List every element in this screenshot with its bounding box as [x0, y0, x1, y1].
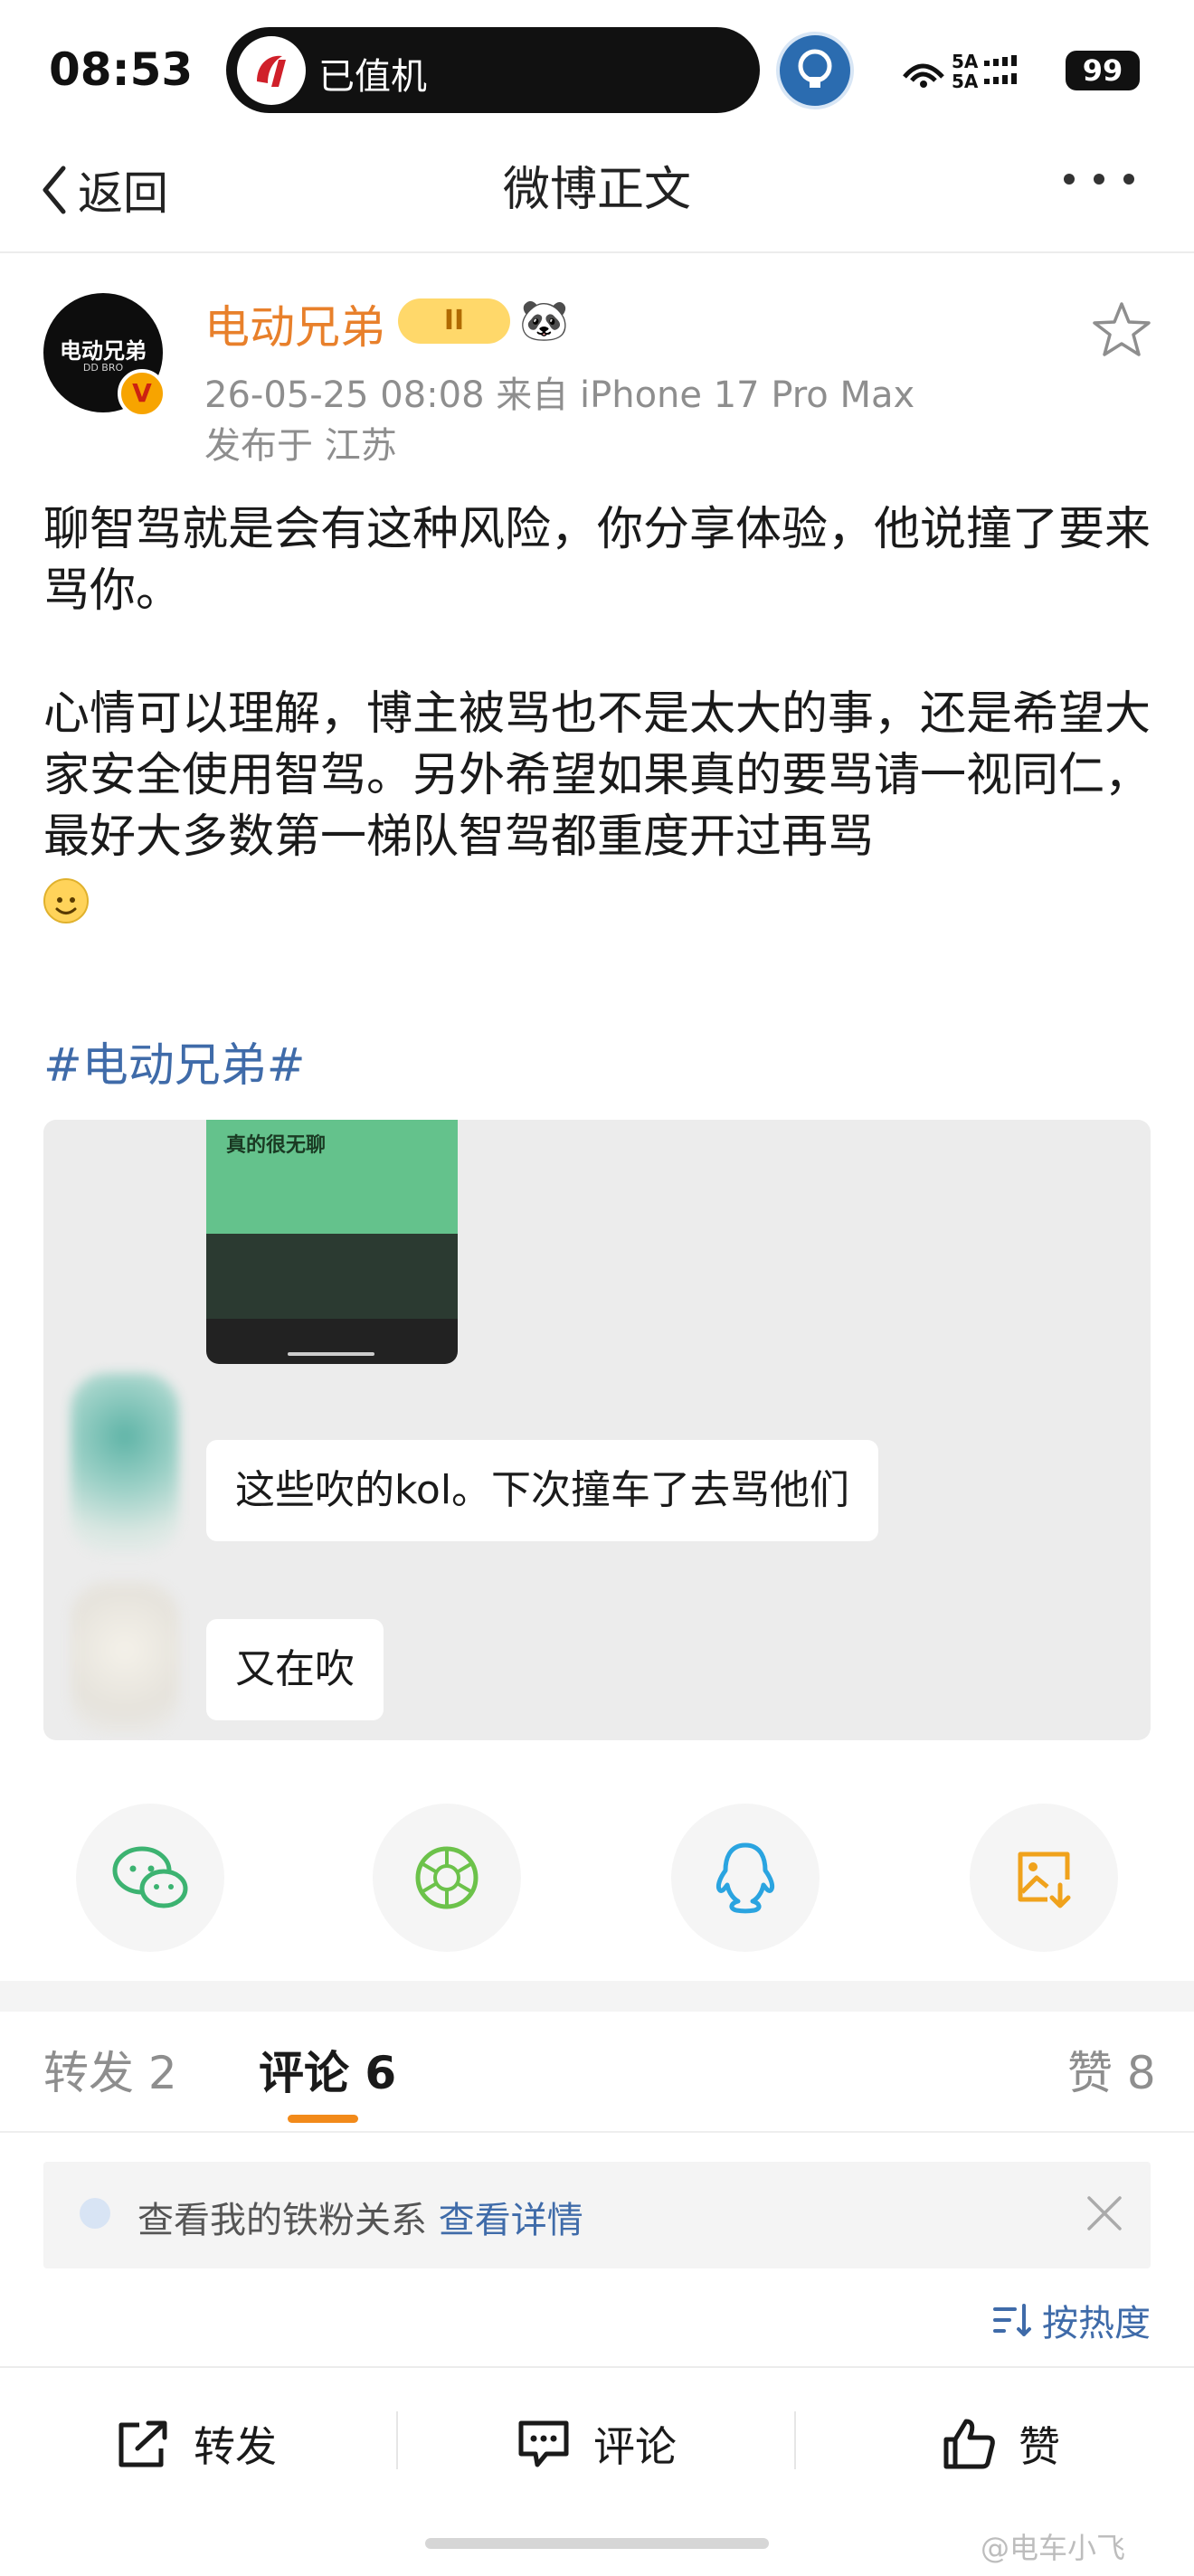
svg-text:5A: 5A [952, 51, 979, 72]
fan-badge-icon [80, 2198, 110, 2229]
fan-relation-notice: 查看我的铁粉关系 查看详情 [43, 2162, 1151, 2268]
tab-reposts[interactable]: 转发 2 [43, 2037, 177, 2102]
repost-button[interactable]: 转发 [116, 2408, 277, 2480]
wechat-icon [112, 1846, 188, 1908]
tabs-divider [0, 2131, 1194, 2133]
section-divider [0, 1981, 1194, 2012]
phone-home-bar [288, 1352, 374, 1356]
flight-status-text: 已值机 [318, 56, 427, 98]
active-tab-indicator [288, 2115, 358, 2123]
favorite-button[interactable] [1091, 298, 1152, 370]
tab-likes[interactable]: 赞 8 [1067, 2037, 1156, 2102]
post-location: 发布于 江苏 [204, 425, 397, 467]
comment-label: 评论 [593, 2422, 677, 2471]
notice-details-link[interactable]: 查看详情 [439, 2200, 583, 2241]
post-body: 聊智驾就是会有这种风险，你分享体验，他说撞了要来骂你。 心情可以理解，博主被骂也… [43, 499, 1156, 930]
home-indicator [425, 2538, 769, 2549]
moments-icon [415, 1846, 479, 1909]
post-meta: 26-05-25 08:08 来自 iPhone 17 Pro Max [204, 374, 915, 416]
close-icon [1087, 2196, 1122, 2230]
hashtag-link[interactable]: #电动兄弟# [43, 1028, 305, 1094]
post-paragraph: 聊智驾就是会有这种风险，你分享体验，他说撞了要来骂你。 [43, 503, 1151, 618]
sort-by-hot-button[interactable]: 按热度 [991, 2294, 1151, 2346]
phone-dark-area [206, 1234, 458, 1319]
repost-label: 转发 [194, 2422, 277, 2471]
more-options-button[interactable] [1058, 161, 1140, 206]
back-button[interactable]: 返回 [36, 154, 168, 226]
sort-label: 按热度 [1042, 2303, 1151, 2344]
sort-icon [993, 2304, 1031, 2336]
post-paragraph-text: 心情可以理解，博主被骂也不是太大的事，还是希望大家安全使用智驾。另外希望如果真的… [43, 687, 1151, 864]
notice-text-row: 查看我的铁粉关系 查看详情 [137, 2191, 583, 2243]
chat-bubble-2: 又在吹 [206, 1619, 384, 1720]
author-name[interactable]: 电动兄弟 [204, 291, 385, 356]
panda-icon: 🐼 [519, 298, 569, 344]
tab-comments[interactable]: 评论 6 [259, 2037, 396, 2102]
chat-bubble: 这些吹的kol。下次撞车了去骂他们 [206, 1440, 879, 1541]
page-title: 微博正文 [502, 163, 691, 217]
share-qq-button[interactable] [671, 1804, 820, 1952]
comment-icon [518, 2420, 569, 2467]
status-time: 08:53 [49, 43, 194, 96]
back-label: 返回 [78, 167, 168, 220]
vip-level-badge[interactable]: II [398, 298, 510, 344]
like-button[interactable]: 赞 [941, 2408, 1060, 2480]
like-label: 赞 [1019, 2422, 1060, 2471]
airline-logo-icon [237, 36, 306, 105]
blurred-avatar [71, 1373, 179, 1554]
post-paragraph-2: 心情可以理解，博主被骂也不是太大的事，还是希望大家安全使用智驾。另外希望如果真的… [43, 684, 1156, 930]
phone-screenshot-text: 真的很无聊 [226, 1134, 327, 1157]
notice-close-button[interactable] [1082, 2178, 1127, 2268]
save-image-button[interactable] [970, 1804, 1118, 1952]
qq-icon [715, 1842, 775, 1914]
star-icon [1093, 302, 1151, 356]
more-dots-icon [1064, 174, 1134, 185]
share-moments-button[interactable] [373, 1804, 521, 1952]
smile-emoji-icon [43, 878, 89, 923]
thumbs-up-icon [943, 2419, 995, 2469]
share-wechat-button[interactable] [76, 1804, 224, 1952]
action-separator-2 [794, 2411, 796, 2469]
signal-icon: 5A 5A [896, 50, 1049, 97]
blurred-avatar-2 [71, 1581, 179, 1735]
battery-indicator: 99 [1066, 51, 1140, 90]
comment-button[interactable]: 评论 [516, 2408, 677, 2480]
verified-badge-icon: V [118, 369, 166, 418]
avatar-logo-text: 电动兄弟 [60, 338, 147, 364]
repost-icon [118, 2420, 167, 2467]
action-separator [396, 2411, 398, 2469]
save-image-icon [1018, 1852, 1071, 1908]
post-image[interactable]: 真的很无聊 这些吹的kol。下次撞车了去骂他们 又在吹 [43, 1120, 1151, 1740]
flight-status-pill[interactable] [226, 27, 760, 113]
phone-screenshot-thumbnail: 真的很无聊 [206, 1120, 458, 1364]
notice-text: 查看我的铁粉关系 [137, 2200, 427, 2241]
svg-text:5A: 5A [952, 71, 979, 90]
china-railway-icon[interactable] [776, 32, 854, 109]
watermark: @电车小飞 [981, 2531, 1126, 2565]
chevron-left-icon [43, 166, 66, 214]
